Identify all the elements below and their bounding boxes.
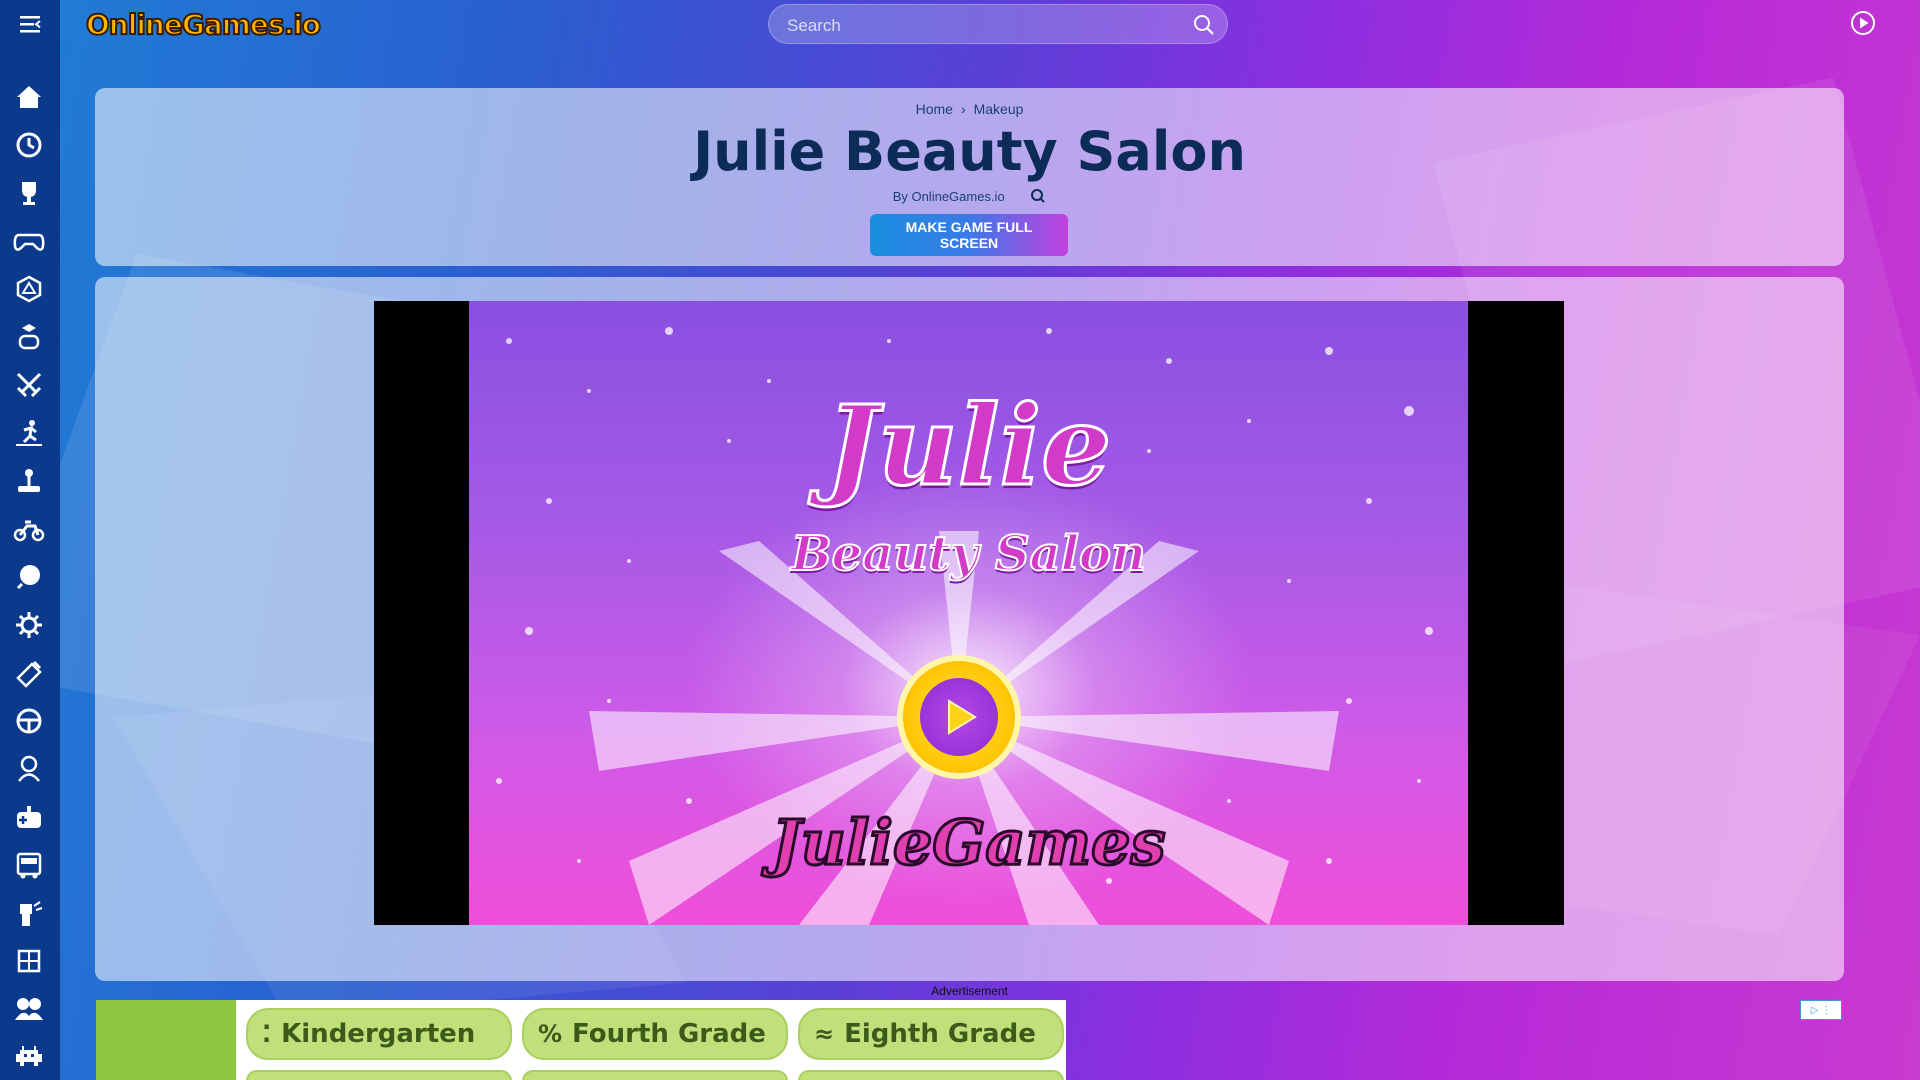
ad-tab-label: Fourth Grade: [572, 1019, 766, 1049]
game-play-button[interactable]: [903, 661, 1015, 773]
breadcrumb-separator: ›: [960, 101, 966, 117]
ad-tab-kindergarten[interactable]: ⁚ Kindergarten: [246, 1008, 512, 1060]
ad-tab-fourth-grade[interactable]: % Fourth Grade: [522, 1008, 788, 1060]
dice-icon[interactable]: [12, 272, 46, 306]
play-icon: [920, 678, 998, 756]
breadcrumb-makeup[interactable]: Makeup: [974, 101, 1024, 117]
joystick-icon[interactable]: [12, 464, 46, 498]
breadcrumb-home[interactable]: Home: [916, 101, 953, 117]
adchoices-icon[interactable]: ▷ ⋮: [1800, 1000, 1842, 1020]
runner-icon[interactable]: [12, 416, 46, 450]
ball-icon[interactable]: [12, 560, 46, 594]
percent-icon: %: [538, 1020, 563, 1048]
trophy-icon[interactable]: [12, 176, 46, 210]
advertisement-label: Advertisement: [931, 984, 1008, 998]
gear-icon[interactable]: [12, 608, 46, 642]
game-logo-julie: Julie: [824, 380, 1113, 512]
game-logo-subtitle: Beauty Salon: [790, 525, 1147, 583]
page-title: Julie Beauty Salon: [693, 120, 1246, 183]
ad-side-panel: [96, 1000, 236, 1080]
game-frame[interactable]: Julie Beauty Salon JulieGames: [374, 301, 1564, 925]
logo-text: OnlineGames.io: [85, 7, 322, 42]
juliegames-brand-logo: JulieGames: [770, 805, 1167, 881]
steering-wheel-icon[interactable]: [12, 704, 46, 738]
ad-tab-label: Kindergarten: [281, 1019, 476, 1049]
ad-tab-row2: [522, 1070, 788, 1080]
motorbike-icon[interactable]: [12, 512, 46, 546]
puzzle-icon[interactable]: [12, 944, 46, 978]
cube-gamepad-icon[interactable]: [12, 320, 46, 354]
ad-tab-label: Eighth Grade: [844, 1019, 1036, 1049]
game-canvas[interactable]: Julie Beauty Salon JulieGames: [469, 301, 1468, 925]
gamepad-icon[interactable]: [12, 224, 46, 258]
swords-icon[interactable]: [12, 368, 46, 402]
bus-icon[interactable]: [12, 848, 46, 882]
site-logo[interactable]: OnlineGames.io: [85, 6, 322, 42]
hamburger-icon: [20, 16, 41, 33]
game-header-panel: Home › Makeup Julie Beauty Salon By Online…: [95, 88, 1844, 266]
byline: By OnlineGames.io: [95, 188, 1844, 207]
play-circle-icon[interactable]: [1850, 10, 1876, 41]
ad-tab-row2: [798, 1070, 1064, 1080]
robot-icon[interactable]: [12, 896, 46, 930]
shooter-icon[interactable]: [12, 656, 46, 690]
space-invader-icon[interactable]: [12, 1040, 46, 1074]
breadcrumb: Home › Makeup: [95, 101, 1844, 117]
sidebar: [0, 48, 60, 1080]
ad-tab-eighth-grade[interactable]: ≈ Eighth Grade: [798, 1008, 1064, 1060]
menu-button[interactable]: [0, 0, 60, 48]
home-icon[interactable]: [12, 80, 46, 114]
controller-plus-icon[interactable]: [12, 800, 46, 834]
approx-icon: ≈: [814, 1020, 835, 1048]
search-icon[interactable]: [1193, 14, 1215, 41]
magnify-icon[interactable]: [1030, 188, 1046, 207]
search-bar: [768, 4, 1228, 44]
ad-tab-row2: [246, 1070, 512, 1080]
search-input[interactable]: [785, 13, 1169, 39]
girl-icon[interactable]: [12, 752, 46, 786]
fullscreen-button[interactable]: MAKE GAME FULL SCREEN: [870, 214, 1068, 256]
dots-icon: ⁚: [262, 1020, 272, 1048]
byline-text: By OnlineGames.io: [892, 188, 1005, 204]
history-icon[interactable]: [12, 128, 46, 162]
top-bar: OnlineGames.io: [0, 0, 1920, 48]
advertisement-banner[interactable]: ⁚ Kindergarten % Fourth Grade ≈ Eighth Grad…: [96, 1000, 1066, 1080]
